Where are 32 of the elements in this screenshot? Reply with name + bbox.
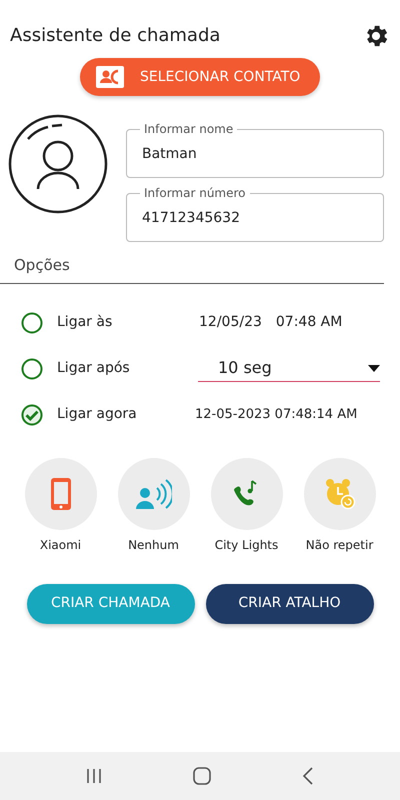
screen-title: Assistente de chamada — [10, 24, 220, 48]
radio-button[interactable] — [21, 312, 43, 334]
field-value[interactable]: Batman — [142, 144, 368, 164]
shortcut-label: Não repetir — [306, 536, 374, 554]
text-field[interactable]: Informar nome Batman — [126, 122, 384, 178]
shortcut-label: Xiaomi — [40, 536, 82, 554]
contact-card-icon — [96, 66, 124, 88]
phone-icon — [50, 476, 72, 510]
field-label: Informar número — [140, 186, 250, 200]
recent-apps-icon[interactable] — [86, 768, 102, 784]
section-title: Opções — [0, 254, 384, 284]
option-label: Ligar agora — [56, 405, 138, 424]
field-label: Informar nome — [140, 122, 238, 136]
avatar-icon[interactable] — [8, 114, 108, 214]
option-label: Ligar após — [56, 359, 131, 378]
alarm-clock-icon — [324, 478, 356, 510]
speaking-person-icon — [136, 478, 172, 508]
date-text[interactable]: 12/05/23 — [199, 312, 262, 333]
shortcut-label: City Lights — [214, 536, 278, 554]
home-icon[interactable] — [192, 767, 211, 785]
time-text[interactable]: 07:48 AM — [276, 312, 342, 333]
shortcut-label: Nenhum — [128, 536, 179, 554]
radio-button[interactable] — [21, 358, 43, 380]
delay-dropdown[interactable]: 10 seg — [198, 356, 380, 382]
option-label: Ligar às — [56, 313, 114, 332]
datetime-text: 12-05-2023 07:48:14 AM — [195, 406, 358, 424]
dropdown-arrow-icon — [368, 364, 380, 372]
field-value[interactable]: 41712345632 — [142, 208, 368, 228]
back-icon[interactable] — [302, 767, 314, 785]
radio-button[interactable] — [21, 404, 43, 426]
text-field[interactable]: Informar número 41712345632 — [126, 186, 384, 242]
create-shortcut-button[interactable]: CRIAR ATALHO — [206, 584, 374, 624]
